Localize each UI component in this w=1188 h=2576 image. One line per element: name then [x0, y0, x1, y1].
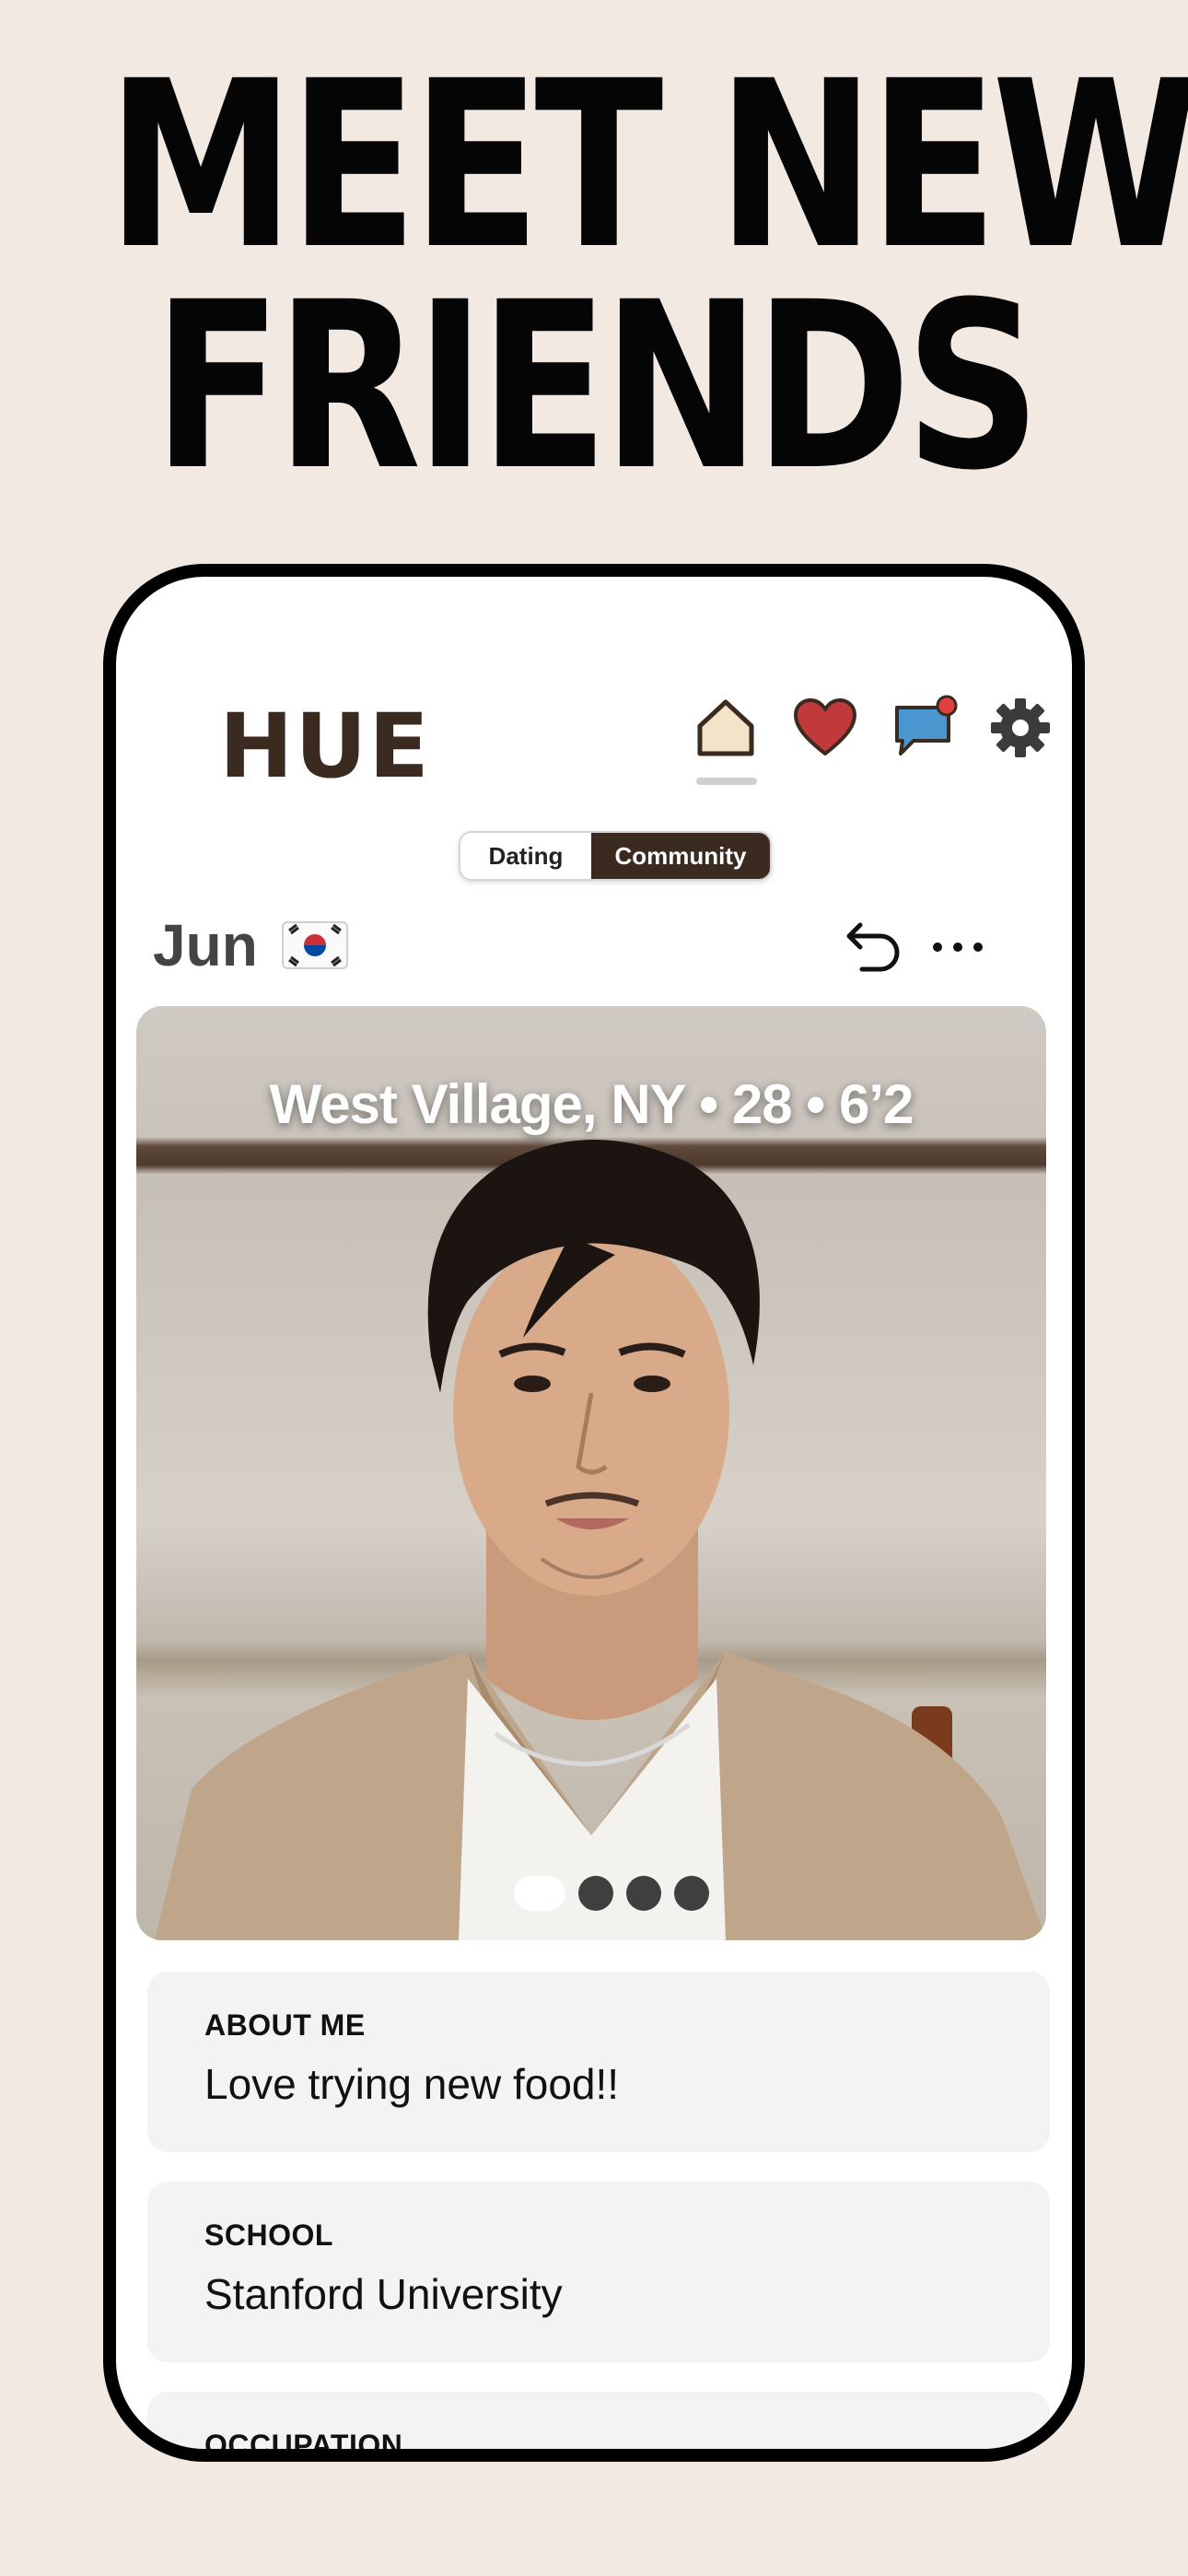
headline-line-1: MEET NEW: [107, 31, 1188, 299]
headline-line-2: FRIENDS: [153, 252, 1041, 521]
profile-header: Jun: [153, 908, 348, 982]
occupation-card: OCCUPATION: [147, 2392, 1050, 2462]
school-value: Stanford University: [204, 2270, 563, 2318]
marketing-headline: MEET NEW FRIENDS: [107, 31, 1188, 521]
about-me-label: ABOUT ME: [204, 2008, 366, 2042]
gear-icon[interactable]: [987, 695, 1054, 761]
segment-community[interactable]: Community: [591, 833, 770, 879]
photo-dot[interactable]: [578, 1876, 613, 1911]
person-portrait: [155, 1140, 1046, 1940]
undo-icon[interactable]: [834, 914, 903, 982]
heart-icon[interactable]: [792, 695, 858, 761]
photo-dot[interactable]: [674, 1876, 709, 1911]
photo-pagination[interactable]: [514, 1876, 709, 1911]
profile-photo[interactable]: West Village, NY • 28 • 6’2: [136, 1006, 1046, 1940]
chat-icon[interactable]: [891, 695, 958, 761]
app-logo: HUE: [219, 695, 431, 798]
more-options-icon[interactable]: [928, 932, 987, 962]
occupation-label: OCCUPATION: [204, 2429, 403, 2462]
segment-dating[interactable]: Dating: [460, 833, 591, 879]
phone-frame: HUE Dating Community Jun West Village, N…: [103, 564, 1085, 2462]
home-tab-indicator: [696, 778, 757, 785]
korea-flag-icon: [281, 921, 348, 969]
dating-community-toggle: Dating Community: [459, 831, 772, 881]
photo-dot[interactable]: [626, 1876, 661, 1911]
photo-dot-active[interactable]: [514, 1876, 565, 1911]
school-label: SCHOOL: [204, 2219, 333, 2252]
photo-caption: West Village, NY • 28 • 6’2: [269, 1073, 914, 1135]
about-me-card: ABOUT ME Love trying new food!!: [147, 1972, 1050, 2152]
profile-name: Jun: [153, 912, 258, 978]
about-me-value: Love trying new food!!: [204, 2060, 620, 2108]
home-icon[interactable]: [693, 695, 759, 761]
school-card: SCHOOL Stanford University: [147, 2182, 1050, 2362]
